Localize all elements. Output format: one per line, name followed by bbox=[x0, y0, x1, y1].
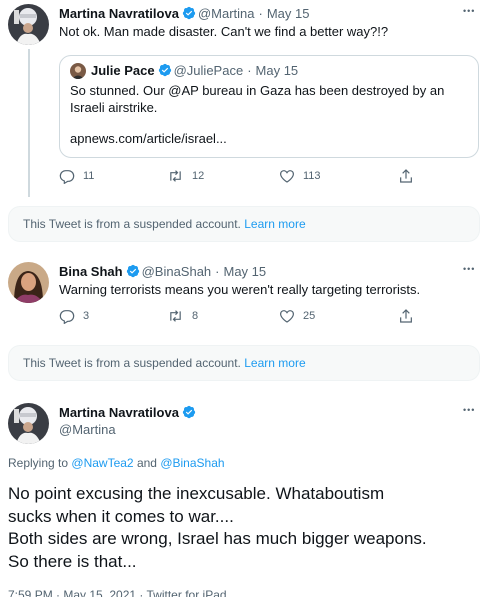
suspended-tweet-notice: This Tweet is from a suspended account. … bbox=[8, 206, 480, 242]
main-author-name-row: Martina Navratilova bbox=[59, 405, 198, 423]
more-icon[interactable]: ••• bbox=[463, 6, 475, 16]
quote-author-handle: @JuliePace bbox=[173, 63, 244, 78]
tweet-date[interactable]: May 15 bbox=[224, 264, 267, 279]
learn-more-link[interactable]: Learn more bbox=[244, 356, 305, 370]
avatar-bina[interactable] bbox=[8, 262, 49, 303]
avatar-julie bbox=[70, 63, 86, 79]
author-name[interactable]: Martina Navratilova bbox=[59, 405, 179, 420]
more-icon[interactable]: ••• bbox=[463, 264, 475, 274]
share-button[interactable] bbox=[398, 168, 422, 184]
share-button[interactable] bbox=[398, 308, 422, 324]
thread-line bbox=[27, 49, 30, 197]
like-count: 25 bbox=[303, 310, 316, 322]
quote-link[interactable]: apnews.com/article/israel... bbox=[70, 130, 227, 147]
tweet-header: Bina Shah @BinaShah · May 15 bbox=[59, 264, 266, 282]
author-name[interactable]: Bina Shah bbox=[59, 264, 123, 279]
like-icon bbox=[280, 170, 294, 183]
replying-user-link[interactable]: @BinaShah bbox=[160, 456, 224, 470]
retweet-button[interactable]: 12 bbox=[167, 168, 204, 184]
retweet-icon bbox=[170, 310, 181, 322]
tweet-date[interactable]: May 15 bbox=[267, 6, 310, 21]
tweet-text: Not ok. Man made disaster. Can't we find… bbox=[59, 24, 389, 39]
retweet-count: 8 bbox=[192, 310, 199, 322]
suspended-tweet-notice: This Tweet is from a suspended account. … bbox=[8, 345, 480, 381]
reply-icon bbox=[59, 310, 75, 324]
replying-user-link[interactable]: @NawTea2 bbox=[71, 456, 133, 470]
reply-count: 3 bbox=[83, 310, 90, 322]
quote-date: May 15 bbox=[255, 63, 299, 78]
replying-to: Replying to @NawTea2 and @BinaShah bbox=[8, 456, 225, 470]
suspended-text: This Tweet is from a suspended account. bbox=[23, 356, 241, 370]
reply-icon bbox=[59, 170, 75, 184]
replying-and: and bbox=[136, 456, 157, 470]
separator-dot: · bbox=[258, 6, 263, 21]
main-tweet-text: No point excusing the inexcusable. Whata… bbox=[8, 483, 483, 573]
like-button[interactable]: 25 bbox=[279, 308, 315, 324]
author-handle[interactable]: @Martina bbox=[198, 6, 255, 21]
tweet-timestamp[interactable]: 7:59 PM · May 15, 2021 · Twitter for iPa… bbox=[8, 588, 227, 597]
reply-count: 11 bbox=[83, 170, 95, 182]
quote-text: So stunned. Our @AP bureau in Gaza has b… bbox=[70, 83, 445, 115]
retweet-button[interactable]: 8 bbox=[167, 308, 198, 324]
share-icon bbox=[400, 309, 412, 323]
like-count: 113 bbox=[303, 170, 321, 182]
author-handle[interactable]: @Martina bbox=[59, 422, 116, 438]
separator-dot: · bbox=[247, 63, 252, 78]
quoted-tweet-card[interactable]: Julie Pace @JuliePace · May 15 So stunned. … bbox=[59, 55, 479, 158]
main-tweet-line: So there is that... bbox=[8, 551, 137, 571]
main-tweet-line: sucks when it comes to war.... bbox=[8, 506, 234, 526]
separator-dot: · bbox=[215, 264, 220, 279]
replying-prefix: Replying to bbox=[8, 456, 69, 470]
verified-badge-icon bbox=[182, 6, 196, 24]
like-button[interactable]: 113 bbox=[279, 168, 321, 184]
more-icon[interactable]: ••• bbox=[463, 405, 475, 415]
verified-badge-icon bbox=[158, 63, 172, 81]
reply-button[interactable]: 11 bbox=[59, 168, 94, 184]
learn-more-link[interactable]: Learn more bbox=[244, 217, 305, 231]
reply-button[interactable]: 3 bbox=[59, 308, 89, 324]
tweet-martina-1[interactable]: Martina Navratilova @Martina · May 15 ••• N… bbox=[0, 0, 490, 200]
retweet-count: 12 bbox=[192, 170, 205, 182]
like-icon bbox=[280, 310, 294, 323]
suspended-text: This Tweet is from a suspended account. bbox=[23, 217, 241, 231]
verified-badge-icon bbox=[182, 405, 196, 423]
author-handle[interactable]: @BinaShah bbox=[142, 264, 212, 279]
tweet-actions: 11 12 113 bbox=[59, 168, 479, 188]
tweet-actions: 3 8 25 bbox=[59, 308, 479, 328]
quote-author-name: Julie Pace bbox=[91, 63, 155, 78]
quote-header: Julie Pace @JuliePace · May 15 bbox=[91, 63, 298, 81]
tweet-header: Martina Navratilova @Martina · May 15 bbox=[59, 6, 309, 24]
share-icon bbox=[400, 169, 412, 183]
main-tweet-line: No point excusing the inexcusable. Whata… bbox=[8, 484, 385, 503]
main-tweet-line: Both sides are wrong, Israel has much bi… bbox=[8, 529, 427, 548]
avatar-martina[interactable] bbox=[8, 403, 49, 444]
avatar-martina[interactable] bbox=[8, 4, 49, 45]
author-name[interactable]: Martina Navratilova bbox=[59, 6, 179, 21]
tweet-bina[interactable]: Bina Shah @BinaShah · May 15 ••• Warning te… bbox=[0, 250, 490, 340]
tweet-text: Warning terrorists means you weren't rea… bbox=[59, 282, 421, 297]
verified-badge-icon bbox=[126, 264, 140, 282]
retweet-icon bbox=[170, 170, 181, 182]
